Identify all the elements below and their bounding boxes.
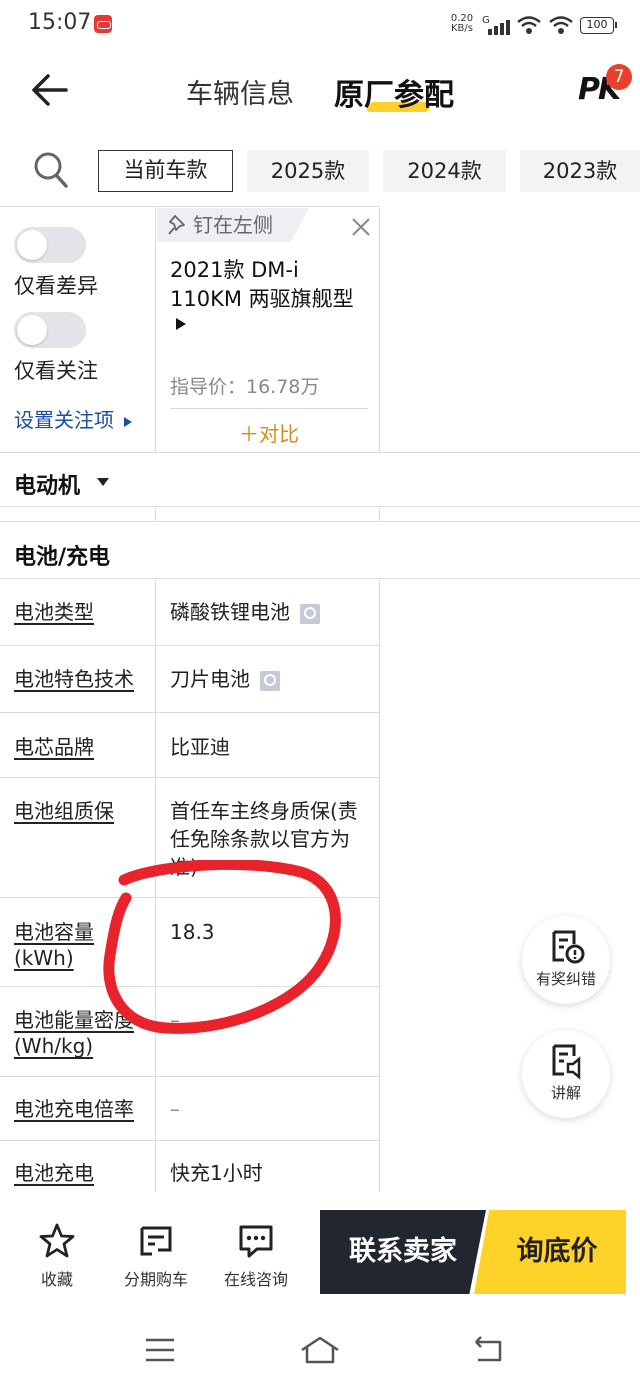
- status-bar: 15:07 0.20 KB/s G 100: [0, 0, 640, 50]
- divider: [379, 507, 380, 521]
- year-chip-2025[interactable]: 2025款: [247, 150, 369, 192]
- divider: [0, 1140, 380, 1141]
- installment-icon: [140, 1226, 172, 1256]
- network-speed: 0.20 KB/s: [450, 13, 474, 34]
- report-error-button[interactable]: 有奖纠错: [522, 916, 610, 1004]
- pk-count-badge: 7: [606, 64, 632, 90]
- explain-icon: [552, 1044, 581, 1080]
- focus-only-label: 仅看关注: [14, 359, 98, 383]
- pk-compare-button[interactable]: PK 7: [574, 64, 632, 118]
- lookup-icon[interactable]: [300, 603, 320, 624]
- divider: [170, 408, 368, 409]
- row-label-battery-charging[interactable]: 电池充电: [14, 1160, 152, 1186]
- menu-icon[interactable]: [138, 1332, 182, 1368]
- divider: [0, 521, 640, 522]
- close-icon[interactable]: [350, 216, 372, 238]
- row-value-charge-rate: –: [170, 1097, 180, 1121]
- divider: [155, 206, 156, 452]
- divider: [0, 452, 640, 453]
- divider: [0, 712, 380, 713]
- home-icon[interactable]: [298, 1332, 342, 1368]
- back-nav-icon[interactable]: [466, 1332, 510, 1368]
- year-chip-2023[interactable]: 2023款: [520, 150, 640, 192]
- row-label-battery-warranty[interactable]: 电池组质保: [14, 798, 152, 824]
- row-label-cell-brand[interactable]: 电芯品牌: [14, 734, 152, 760]
- explain-button[interactable]: 讲解: [522, 1030, 610, 1118]
- lookup-icon[interactable]: [260, 670, 280, 691]
- top-nav: 车辆信息 原厂参配 PK 7: [0, 50, 640, 134]
- divider: [379, 578, 380, 1192]
- search-icon[interactable]: [32, 150, 70, 190]
- section-battery-charging: 电池/充电: [14, 545, 111, 570]
- report-error-icon: [552, 930, 585, 964]
- year-chip-2024[interactable]: 2024款: [383, 150, 506, 192]
- car-model-name[interactable]: 2021款 DM-i 110KM 两驱旗舰型: [170, 256, 370, 314]
- row-label-charge-rate[interactable]: 电池充电倍率: [14, 1096, 152, 1122]
- row-value-battery-type: 磷酸铁锂电池: [170, 598, 370, 626]
- cell-signal-icon: G: [482, 15, 510, 35]
- play-triangle-icon: [176, 318, 186, 330]
- tab-vehicle-info[interactable]: 车辆信息: [186, 72, 294, 111]
- chat-icon: [239, 1225, 273, 1258]
- diff-only-label: 仅看差异: [14, 274, 98, 298]
- guide-price: 指导价：16.78万: [170, 376, 320, 398]
- caret-down-icon[interactable]: [97, 478, 109, 486]
- row-value-battery-charging: 快充1小时: [170, 1161, 263, 1185]
- red-circle-annotation: [103, 860, 341, 1034]
- bottom-action-bar: 收藏 分期购车 在线咨询 联系卖家 询底价: [0, 1194, 640, 1314]
- app-notification-icon: [94, 15, 112, 33]
- divider: [155, 507, 156, 521]
- favorite-button[interactable]: 收藏: [12, 1222, 102, 1290]
- divider: [0, 777, 380, 778]
- pin-icon: [168, 215, 185, 235]
- divider: [0, 506, 640, 507]
- wifi-icon: [549, 16, 573, 34]
- contact-seller-button[interactable]: 联系卖家: [320, 1210, 486, 1294]
- divider: [379, 206, 380, 452]
- add-compare-button[interactable]: ＋对比: [170, 418, 368, 447]
- divider: [0, 206, 380, 207]
- set-focus-link[interactable]: 设置关注项: [14, 404, 133, 433]
- caret-right-icon: [124, 417, 133, 427]
- status-time: 15:07: [28, 10, 92, 35]
- diff-only-toggle[interactable]: [14, 227, 86, 263]
- row-value-battery-tech: 刀片电池: [170, 665, 370, 693]
- installment-button[interactable]: 分期购车: [111, 1222, 201, 1290]
- star-icon: [39, 1223, 75, 1258]
- divider: [0, 578, 640, 579]
- year-filter-bar: 当前车款 2025款 2024款 2023款: [0, 142, 640, 202]
- focus-only-toggle[interactable]: [14, 312, 86, 348]
- battery-indicator: 100: [580, 17, 617, 34]
- online-consult-button[interactable]: 在线咨询: [211, 1222, 301, 1290]
- explain-label: 讲解: [550, 1084, 581, 1102]
- divider: [0, 645, 380, 646]
- divider: [0, 1076, 380, 1077]
- ask-lowest-price-button[interactable]: 询底价: [474, 1210, 626, 1294]
- year-chip-current[interactable]: 当前车款: [98, 150, 233, 192]
- back-arrow-icon[interactable]: [24, 68, 74, 112]
- wifi-hotspot-icon: [517, 16, 541, 34]
- row-label-battery-tech[interactable]: 电池特色技术: [14, 666, 152, 692]
- tab-factory-config[interactable]: 原厂参配: [334, 70, 454, 114]
- report-error-label: 有奖纠错: [535, 970, 596, 988]
- section-motor[interactable]: 电动机: [14, 468, 80, 500]
- row-value-cell-brand: 比亚迪: [170, 735, 230, 759]
- system-nav-bar: [0, 1314, 640, 1387]
- svg-text:G: G: [482, 15, 490, 26]
- row-label-battery-type[interactable]: 电池类型: [14, 599, 152, 625]
